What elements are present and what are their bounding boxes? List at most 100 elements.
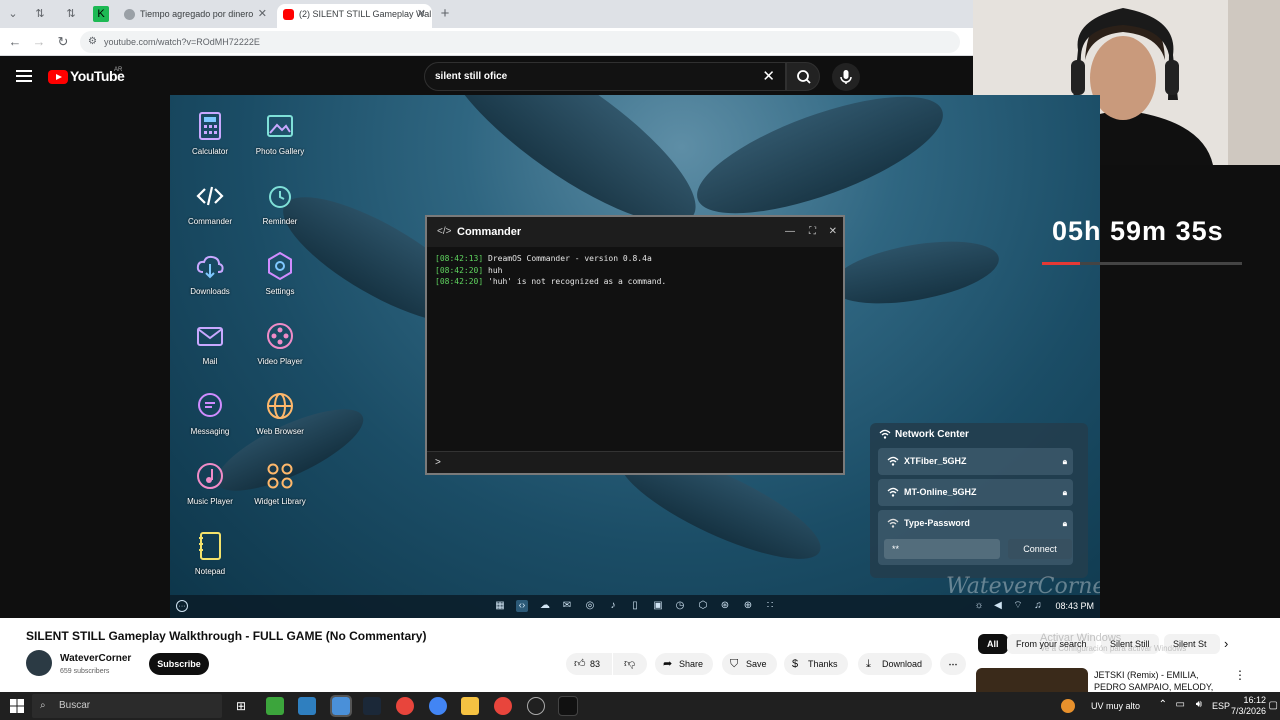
brightness-icon[interactable]: ☼	[973, 600, 985, 612]
clock[interactable]: 16:12 7/3/2026	[1231, 695, 1266, 717]
back-icon[interactable]: ←	[7, 34, 23, 50]
thanks-button[interactable]: $ Thanks	[784, 653, 848, 675]
app-notepad[interactable]: Notepad	[175, 530, 245, 576]
app-music-player[interactable]: Music Player	[175, 460, 245, 506]
alarm-icon[interactable]: ◷	[674, 600, 686, 612]
close-tab-icon[interactable]: ✕	[417, 4, 426, 24]
app-taskbar-icon[interactable]	[527, 697, 545, 715]
maximize-icon[interactable]: ⛶	[809, 217, 816, 247]
command-input[interactable]: >	[427, 451, 843, 473]
lock-icon: 🔒︎	[1062, 457, 1067, 466]
app-taskbar-icon[interactable]	[298, 697, 316, 715]
app-reminder[interactable]: Reminder	[245, 180, 315, 226]
youtube-logo-icon[interactable]	[48, 70, 68, 84]
start-menu-icon[interactable]: ···	[176, 600, 188, 612]
app-taskbar-icon[interactable]	[266, 697, 284, 715]
notification-icon[interactable]: ▢	[1269, 700, 1278, 711]
network-name: MT-Online_5GHZ	[904, 487, 977, 497]
forward-icon[interactable]: →	[31, 34, 47, 50]
app-photo-gallery[interactable]: Photo Gallery	[245, 110, 315, 156]
widgets-icon[interactable]: ∷	[764, 600, 776, 612]
pinned-tab-icon[interactable]: ⇅	[63, 6, 79, 22]
tab-tiempo[interactable]: Tiempo agregado por dinero ✕	[118, 4, 273, 28]
app-taskbar-icon[interactable]	[558, 696, 578, 716]
url-field[interactable]: ⚙ youtube.com/watch?v=ROdMH72222E	[80, 31, 960, 53]
dislike-button[interactable]: 👎︎	[613, 653, 647, 675]
download-button[interactable]: ⤓ Download	[858, 653, 933, 675]
pinned-tab-icon[interactable]: ⇅	[32, 6, 48, 22]
file-explorer-icon[interactable]	[461, 697, 479, 715]
channel-avatar[interactable]	[26, 650, 52, 676]
more-actions-button[interactable]: ⋯	[940, 653, 966, 675]
bell-icon[interactable]: ♫	[1032, 600, 1044, 612]
chrome-taskbar-icon[interactable]	[494, 697, 512, 715]
photo-gallery-icon[interactable]: ▣	[652, 600, 664, 612]
calculator-icon[interactable]: ▦	[494, 600, 506, 612]
volume-icon[interactable]: ◀	[992, 600, 1004, 612]
app-downloads[interactable]: Downloads	[175, 250, 245, 296]
windows-search-input[interactable]: ⌕ Buscar	[32, 694, 222, 718]
windows-start-icon[interactable]	[10, 699, 24, 713]
new-tab-icon[interactable]: +	[437, 6, 453, 22]
chevron-right-icon[interactable]: ›	[1224, 636, 1228, 651]
globe-icon[interactable]: ⊕	[742, 600, 754, 612]
like-button[interactable]: 👍︎ 83	[566, 653, 612, 675]
tab-search-icon[interactable]: ⌄	[5, 6, 21, 22]
commander-window[interactable]: </> Commander — ⛶ ✕ [08:42:13] DreamOS C…	[425, 215, 845, 475]
app-video-player[interactable]: Video Player	[245, 320, 315, 366]
password-input[interactable]: **	[884, 539, 1000, 559]
notepad-icon[interactable]: ▯	[629, 600, 641, 612]
more-vert-icon[interactable]: ⋮	[1234, 668, 1246, 682]
mail-icon[interactable]: ✉	[561, 600, 573, 612]
chat-icon[interactable]: ◎	[584, 600, 596, 612]
subscribe-button[interactable]: Subscribe	[149, 653, 209, 675]
search-button[interactable]	[786, 62, 820, 91]
dolphin-shape	[826, 230, 1004, 315]
network-item[interactable]: XTFiber_5GHZ 🔒︎	[878, 448, 1073, 475]
video-icon[interactable]: ⊛	[719, 600, 731, 612]
app-calculator[interactable]: Calculator	[175, 110, 245, 156]
search-input[interactable]: silent still ofice ✕	[424, 62, 786, 91]
code-icon[interactable]: ‹›	[516, 600, 528, 612]
weather-icon[interactable]	[1061, 699, 1075, 713]
battery-icon[interactable]: ▭	[1176, 699, 1185, 710]
channel-name[interactable]: WateverCorner	[60, 653, 131, 664]
minimize-icon[interactable]: —	[785, 217, 795, 247]
voice-search-button[interactable]	[832, 63, 860, 91]
app-commander[interactable]: Commander	[175, 180, 245, 226]
task-view-icon[interactable]: ⊞	[232, 697, 250, 715]
video-player[interactable]: Calculator Photo Gallery Commander Remin…	[170, 95, 1100, 618]
cloud-download-icon[interactable]: ☁	[539, 600, 551, 612]
volume-icon[interactable]: 🔊︎	[1196, 699, 1202, 710]
wifi-off-icon[interactable]: ⌔	[1012, 600, 1024, 612]
chrome-taskbar-icon[interactable]	[330, 695, 352, 717]
app-mail[interactable]: Mail	[175, 320, 245, 366]
chrome-taskbar-icon[interactable]	[396, 697, 414, 715]
connect-button[interactable]: Connect	[1008, 539, 1072, 559]
close-tab-icon[interactable]: ✕	[258, 4, 267, 24]
chevron-up-icon[interactable]: ⌃	[1159, 699, 1167, 710]
chip-all[interactable]: All	[978, 634, 1008, 654]
commander-title-bar[interactable]: </> Commander — ⛶ ✕	[427, 217, 843, 247]
app-messaging[interactable]: Messaging	[175, 390, 245, 436]
chrome-taskbar-icon[interactable]	[429, 697, 447, 715]
app-web-browser[interactable]: Web Browser	[245, 390, 315, 436]
save-button[interactable]: ⛉ Save	[722, 653, 777, 675]
app-settings[interactable]: Settings	[245, 250, 315, 296]
app-widget-library[interactable]: Widget Library	[245, 460, 315, 506]
steam-taskbar-icon[interactable]	[363, 697, 381, 715]
site-info-icon[interactable]: ⚙	[88, 31, 97, 53]
reload-icon[interactable]: ↻	[55, 34, 71, 50]
clear-search-icon[interactable]: ✕	[762, 63, 775, 90]
language-indicator[interactable]: ESP	[1212, 701, 1230, 711]
recommendation-thumbnail[interactable]	[976, 668, 1088, 692]
share-button[interactable]: ➦ Share	[655, 653, 714, 675]
close-icon[interactable]: ✕	[829, 217, 837, 247]
gear-icon[interactable]: ⬡	[697, 600, 709, 612]
hamburger-menu-icon[interactable]	[16, 70, 32, 82]
tab-youtube[interactable]: (2) SILENT STILL Gameplay Wal ✕	[277, 4, 432, 28]
weather-text[interactable]: UV muy alto	[1091, 701, 1140, 711]
kick-tab-icon[interactable]: K	[93, 6, 109, 22]
music-icon[interactable]: ♪	[607, 600, 619, 612]
network-item[interactable]: MT-Online_5GHZ 🔒︎	[878, 479, 1073, 506]
